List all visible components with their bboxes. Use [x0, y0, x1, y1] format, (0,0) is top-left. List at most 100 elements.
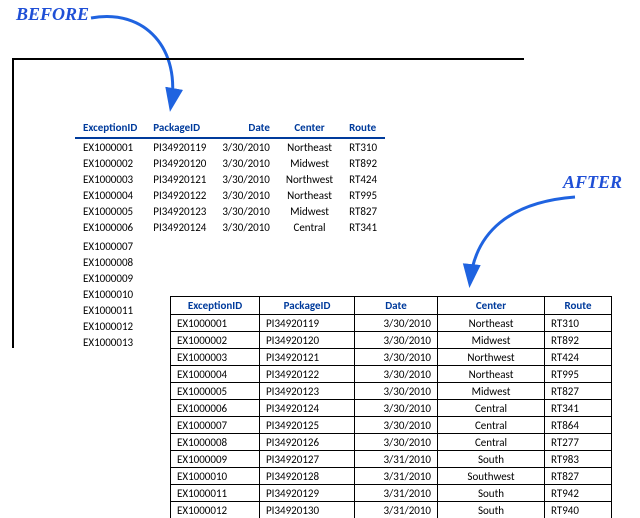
cell-packageid: PI34920120	[145, 155, 214, 171]
cell-packageid: PI34920125	[260, 417, 355, 434]
cell-date: 3/30/2010	[214, 138, 278, 155]
col-route: Route	[341, 118, 385, 138]
cell-exceptionid: EX1000007	[171, 417, 260, 434]
cell-center: Central	[438, 417, 545, 434]
cell-route: RT341	[341, 219, 385, 235]
cell-exceptionid: EX1000001	[75, 138, 145, 155]
cell-packageid: PI34920130	[260, 502, 355, 518]
cell-exceptionid: EX1000012	[75, 318, 141, 334]
cell-center: South	[438, 502, 545, 518]
cell-exceptionid: EX1000011	[171, 485, 260, 502]
cell-route: RT983	[545, 451, 612, 468]
cell-exceptionid: EX1000011	[75, 302, 141, 318]
before-extra-ids: EX1000007EX1000008EX1000009EX1000010EX10…	[75, 238, 141, 350]
cell-exceptionid: EX1000012	[171, 502, 260, 518]
cell-center: Northwest	[278, 171, 341, 187]
table-row: EX1000011PI349201293/31/2010SouthRT942	[171, 485, 612, 502]
cell-center: Midwest	[438, 332, 545, 349]
cell-exceptionid: EX1000013	[75, 334, 141, 350]
before-table: ExceptionID PackageID Date Center Route …	[75, 118, 385, 235]
cell-date: 3/31/2010	[355, 451, 438, 468]
cell-exceptionid: EX1000008	[75, 254, 141, 270]
cell-date: 3/30/2010	[355, 332, 438, 349]
cell-center: Midwest	[278, 203, 341, 219]
cell-route: RT940	[545, 502, 612, 518]
cell-packageid: PI34920129	[260, 485, 355, 502]
cell-exceptionid: EX1000010	[171, 468, 260, 485]
cell-date: 3/30/2010	[214, 187, 278, 203]
cell-packageid: PI34920121	[260, 349, 355, 366]
cell-date: 3/31/2010	[355, 502, 438, 518]
cell-center: Northeast	[278, 187, 341, 203]
cell-exceptionid: EX1000003	[171, 349, 260, 366]
cell-route: RT995	[545, 366, 612, 383]
cell-route: RT827	[545, 383, 612, 400]
cell-packageid: PI34920126	[260, 434, 355, 451]
cell-packageid: PI34920123	[260, 383, 355, 400]
cell-packageid: PI34920122	[260, 366, 355, 383]
cell-route: RT892	[341, 155, 385, 171]
table-row: EX1000003PI349201213/30/2010NorthwestRT4…	[171, 349, 612, 366]
before-table-header: ExceptionID PackageID Date Center Route	[75, 118, 385, 138]
cell-route: RT277	[545, 434, 612, 451]
cell-packageid: PI34920122	[145, 187, 214, 203]
cell-route: RT341	[545, 400, 612, 417]
table-row: EX1000005PI349201233/30/2010MidwestRT827	[171, 383, 612, 400]
table-row: EX1000001PI349201193/30/2010NortheastRT3…	[171, 315, 612, 332]
cell-center: Midwest	[278, 155, 341, 171]
after-table-wrap: ExceptionID PackageID Date Center Route …	[170, 290, 612, 518]
cell-exceptionid: EX1000002	[171, 332, 260, 349]
cell-route: RT424	[545, 349, 612, 366]
cell-date: 3/31/2010	[355, 485, 438, 502]
cell-date: 3/30/2010	[355, 315, 438, 332]
cell-date: 3/31/2010	[355, 468, 438, 485]
cell-packageid: PI34920124	[145, 219, 214, 235]
cell-route: RT827	[341, 203, 385, 219]
cell-date: 3/30/2010	[355, 417, 438, 434]
cell-center: Central	[278, 219, 341, 235]
col-route: Route	[545, 297, 612, 315]
cell-exceptionid: EX1000005	[171, 383, 260, 400]
cell-route: RT310	[545, 315, 612, 332]
after-label: AFTER	[563, 172, 622, 193]
cell-packageid: PI34920121	[145, 171, 214, 187]
cell-packageid: PI34920123	[145, 203, 214, 219]
cell-center: Central	[438, 434, 545, 451]
cell-exceptionid: EX1000007	[75, 238, 141, 254]
cell-exceptionid: EX1000005	[75, 203, 145, 219]
table-row: EX1000004PI349201223/30/2010NortheastRT9…	[75, 187, 385, 203]
cell-exceptionid: EX1000004	[171, 366, 260, 383]
cell-route: RT864	[545, 417, 612, 434]
table-row: EX1000008PI349201263/30/2010CentralRT277	[171, 434, 612, 451]
cell-exceptionid: EX1000009	[171, 451, 260, 468]
cell-route: RT827	[545, 468, 612, 485]
cell-center: Northeast	[278, 138, 341, 155]
cell-center: Central	[438, 400, 545, 417]
table-row: EX1000006PI349201243/30/2010CentralRT341	[171, 400, 612, 417]
cell-packageid: PI34920127	[260, 451, 355, 468]
table-row: EX1000001PI349201193/30/2010NortheastRT3…	[75, 138, 385, 155]
cell-route: RT995	[341, 187, 385, 203]
table-row: EX1000003PI349201213/30/2010NorthwestRT4…	[75, 171, 385, 187]
cell-exceptionid: EX1000010	[75, 286, 141, 302]
cell-center: Northwest	[438, 349, 545, 366]
cell-center: Midwest	[438, 383, 545, 400]
table-row: EX1000010PI349201283/31/2010SouthwestRT8…	[171, 468, 612, 485]
cell-packageid: PI34920128	[260, 468, 355, 485]
cell-packageid: PI34920124	[260, 400, 355, 417]
table-row: EX1000007PI349201253/30/2010CentralRT864	[171, 417, 612, 434]
col-date: Date	[355, 297, 438, 315]
cell-date: 3/30/2010	[214, 203, 278, 219]
cell-route: RT424	[341, 171, 385, 187]
col-exceptionid: ExceptionID	[75, 118, 145, 138]
cell-exceptionid: EX1000004	[75, 187, 145, 203]
cell-exceptionid: EX1000002	[75, 155, 145, 171]
cell-route: RT892	[545, 332, 612, 349]
cell-packageid: PI34920119	[145, 138, 214, 155]
cell-center: South	[438, 451, 545, 468]
table-row: EX1000009PI349201273/31/2010SouthRT983	[171, 451, 612, 468]
cell-center: South	[438, 485, 545, 502]
cell-date: 3/30/2010	[355, 383, 438, 400]
cell-center: Northeast	[438, 366, 545, 383]
cell-center: Southwest	[438, 468, 545, 485]
